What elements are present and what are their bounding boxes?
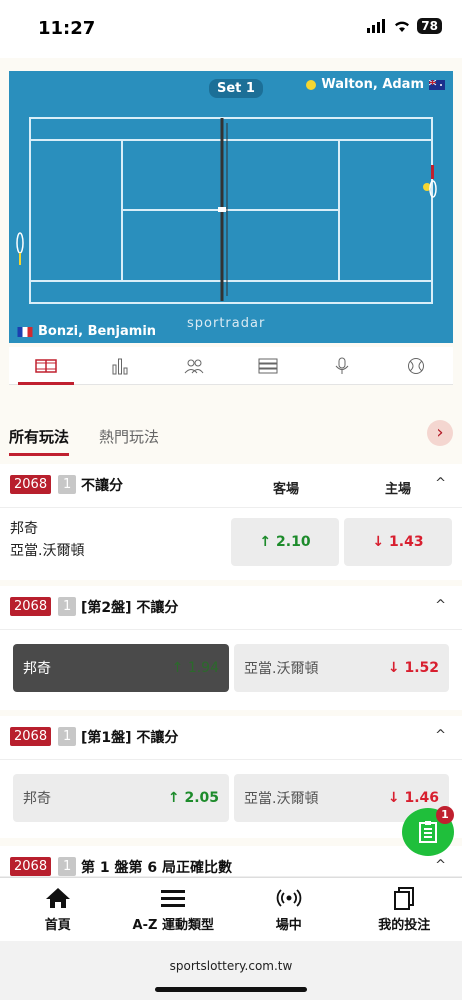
chevron-right-icon[interactable]: ›: [427, 420, 453, 446]
market-title: 第 1 盤第 6 局正確比數: [81, 860, 232, 876]
nav-home-label: 首頁: [44, 918, 71, 933]
market-body: 邦奇 ↑ 1.94 亞當.沃爾頓 ↓ 1.52: [0, 630, 462, 710]
sportradar-logo: sportradar: [187, 316, 266, 331]
market-count-badge: 1: [58, 857, 77, 876]
market-header[interactable]: 2068 1 [第1盤] 不讓分 ^: [0, 716, 462, 760]
nav-my-bets[interactable]: 我的投注: [347, 878, 462, 941]
market-title: [第1盤] 不讓分: [81, 730, 179, 746]
market-count-badge: 1: [58, 727, 77, 746]
nav-az-sports[interactable]: A-Z 運動類型: [116, 878, 232, 941]
home-indicator[interactable]: [155, 987, 307, 992]
menu-icon: [161, 890, 186, 907]
odds-button-away[interactable]: ↑ 2.10: [231, 518, 339, 566]
nav-az-label: A-Z 運動類型: [132, 918, 214, 933]
microphone-icon: [335, 357, 349, 374]
team-names: 邦奇 亞當.沃爾頓: [10, 518, 84, 562]
odds-button-left[interactable]: 邦奇 ↑ 1.94: [13, 644, 229, 692]
serve-indicator-icon: [306, 79, 317, 90]
stats-tab[interactable]: [106, 352, 134, 380]
player-bottom: Bonzi, Benjamin: [17, 324, 156, 339]
selection-name: 邦奇: [23, 791, 51, 807]
list-tab[interactable]: [254, 352, 282, 380]
selection-odds: ↓ 1.52: [387, 660, 439, 676]
bottom-navigation: 首頁 A-Z 運動類型 場中 我的投注: [0, 877, 462, 941]
player-top-name: Walton, Adam: [321, 77, 424, 92]
market-title: 不讓分: [81, 478, 123, 494]
bar-chart-icon: [112, 358, 128, 374]
nav-mybets-label: 我的投注: [378, 918, 431, 933]
players-tab[interactable]: [180, 352, 208, 380]
market-title: [第2盤] 不讓分: [81, 600, 179, 616]
url-text: sportslottery.com.tw: [169, 959, 293, 973]
chevron-up-icon[interactable]: ^: [435, 728, 446, 743]
odds-button-home[interactable]: ↓ 1.43: [344, 518, 452, 566]
bet-slip-count-badge: 1: [436, 806, 454, 824]
market-filter-tabs: 所有玩法 熱門玩法 ›: [9, 412, 453, 458]
chevron-up-icon[interactable]: ^: [435, 476, 446, 491]
selection-name: 亞當.沃爾頓: [244, 661, 319, 677]
nav-live[interactable]: 場中: [231, 878, 347, 941]
page: 11:27 78 Set 1 Walton, Adam Bonzi, Benja…: [0, 0, 462, 1000]
browser-url-bar[interactable]: sportslottery.com.tw: [0, 941, 462, 1000]
odds-button-right[interactable]: 亞當.沃爾頓 ↓ 1.52: [234, 644, 449, 692]
status-icons: 78: [367, 18, 442, 34]
market-body: 邦奇 ↑ 2.05 亞當.沃爾頓 ↓ 1.46: [0, 760, 462, 838]
team-1-name: 邦奇: [10, 521, 38, 537]
flag-france-icon: [17, 326, 33, 337]
live-icon: [276, 889, 302, 907]
signal-icon: [367, 19, 386, 33]
match-id-badge: 2068: [10, 727, 52, 746]
court-tab[interactable]: [18, 352, 74, 385]
market-header[interactable]: 2068 1 [第2盤] 不讓分 ^: [0, 586, 462, 630]
chevron-up-icon[interactable]: ^: [435, 858, 446, 873]
tab-all-markets[interactable]: 所有玩法: [9, 426, 70, 456]
match-id-badge: 2068: [10, 857, 52, 876]
chevron-up-icon[interactable]: ^: [435, 598, 446, 613]
flag-australia-icon: [429, 79, 445, 90]
court-visualization[interactable]: Set 1 Walton, Adam Bonzi, Benjamin sport…: [9, 71, 453, 343]
market-body: 邦奇 亞當.沃爾頓 ↑ 2.10 ↓ 1.43: [0, 508, 462, 580]
players-icon: [184, 359, 204, 373]
tab-hot-markets[interactable]: 熱門玩法: [99, 426, 159, 447]
set-indicator: Set 1: [209, 79, 263, 98]
column-home: 主場: [385, 482, 412, 497]
mybets-icon: [394, 887, 415, 910]
bet-slip-icon: [419, 821, 437, 843]
court-icon: [35, 358, 57, 373]
tennis-court: [16, 117, 437, 304]
battery-icon: 78: [417, 18, 442, 34]
ball-tab[interactable]: [402, 352, 430, 380]
nav-home[interactable]: 首頁: [0, 878, 116, 941]
odds-button-left[interactable]: 邦奇 ↑ 2.05: [13, 774, 229, 822]
player-bottom-name: Bonzi, Benjamin: [38, 324, 157, 339]
team-2-name: 亞當.沃爾頓: [10, 543, 85, 559]
list-icon: [258, 358, 278, 373]
market-count-badge: 1: [58, 475, 77, 494]
selection-name: 邦奇: [23, 661, 51, 677]
home-icon: [45, 888, 70, 908]
selection-name: 亞當.沃爾頓: [244, 791, 319, 807]
visualization-tabs: [9, 347, 453, 385]
market-header[interactable]: 2068 1 不讓分 客場 主場 ^: [0, 464, 462, 508]
tennis-ball-icon: [408, 357, 424, 374]
status-time: 11:27: [38, 18, 96, 39]
selection-odds: ↓ 1.46: [387, 790, 439, 806]
match-id-badge: 2068: [10, 597, 52, 616]
selection-odds: ↑ 1.94: [171, 660, 219, 676]
match-id-badge: 2068: [10, 475, 52, 494]
wifi-icon: [395, 21, 410, 32]
selection-odds: ↑ 2.05: [167, 790, 219, 806]
status-bar: 11:27 78: [0, 0, 462, 58]
market-header[interactable]: 2068 1 第 1 盤第 6 局正確比數 ^: [0, 846, 462, 877]
player-top: Walton, Adam: [306, 77, 445, 92]
mic-tab[interactable]: [328, 352, 356, 380]
market-count-badge: 1: [58, 597, 77, 616]
nav-live-label: 場中: [275, 918, 302, 933]
column-away: 客場: [273, 482, 300, 497]
